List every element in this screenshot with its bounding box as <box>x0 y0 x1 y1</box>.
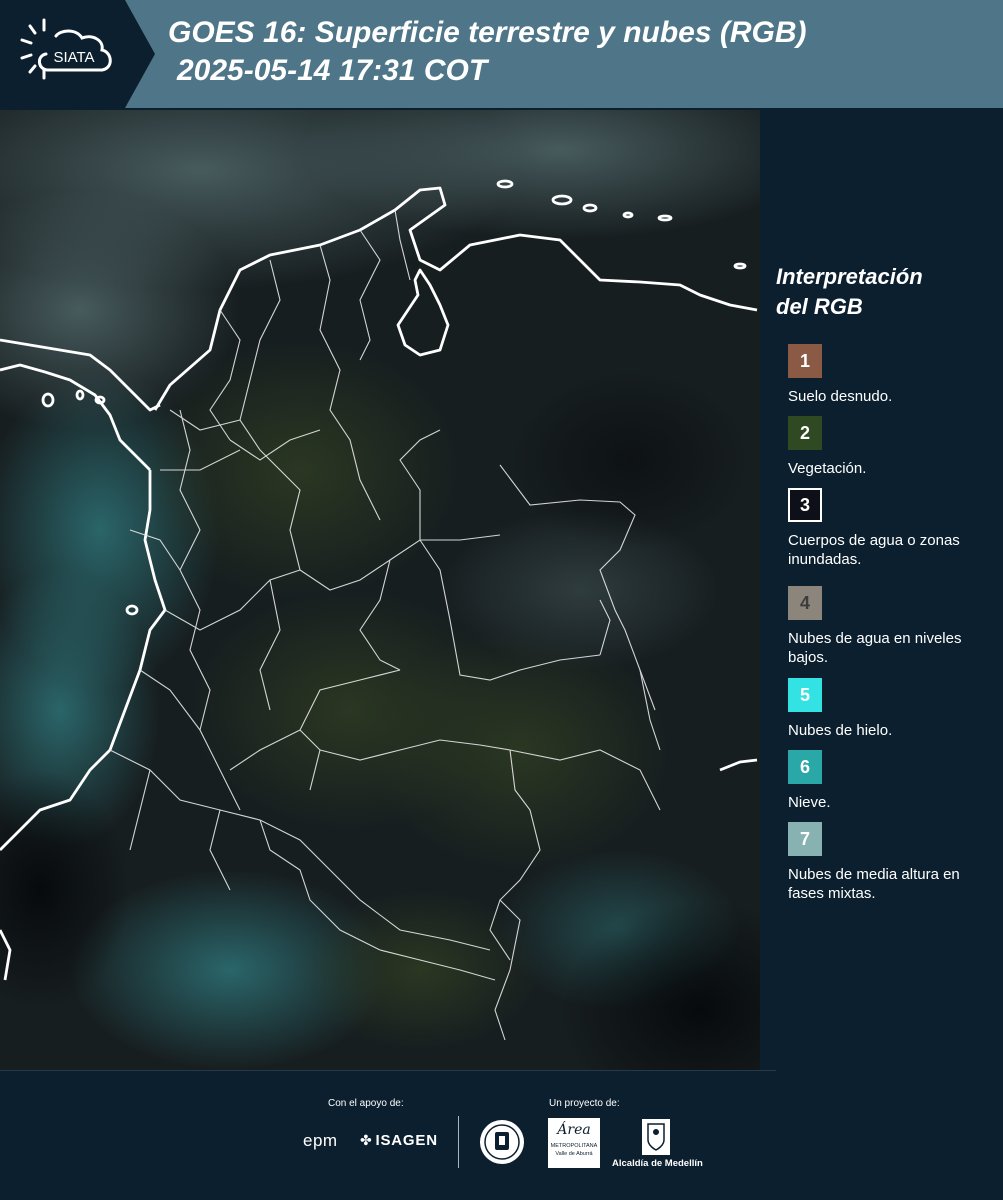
legend-item-5: 5 Nubes de hielo. <box>788 678 993 740</box>
legend-label: Vegetación. <box>788 460 867 477</box>
medellin-seal-icon[interactable] <box>478 1118 526 1166</box>
legend-swatch: 2 <box>788 416 822 450</box>
footer-separator <box>458 1116 459 1168</box>
alcaldia-medellin-logo[interactable]: Alcaldía de Medellín <box>612 1158 703 1169</box>
legend-swatch: 6 <box>788 750 822 784</box>
amva-name: Área <box>557 1122 591 1138</box>
page-title: GOES 16: Superficie terrestre y nubes (R… <box>168 14 988 90</box>
rgb-legend: Interpretación del RGB <box>776 262 996 322</box>
legend-item-3: 3 Cuerpos de agua o zonas inundadas. <box>788 488 993 569</box>
legend-swatch: 5 <box>788 678 822 712</box>
footer: Con el apoyo de: Un proyecto de: epm ✤ I… <box>0 1070 1003 1200</box>
alcaldia-shield-icon <box>642 1119 670 1155</box>
siata-logo-tab[interactable]: SIATA <box>0 0 155 108</box>
support-label: Con el apoyo de: <box>328 1098 404 1109</box>
isagen-icon: ✤ <box>360 1132 373 1148</box>
legend-swatch: 7 <box>788 822 822 856</box>
header: SIATA GOES 16: Superficie terrestre y nu… <box>0 0 1003 108</box>
isagen-text: ISAGEN <box>375 1132 438 1149</box>
legend-swatch: 4 <box>788 586 822 620</box>
legend-label: Cuerpos de agua o zonas inundadas. <box>788 532 960 568</box>
siata-logo-text: SIATA <box>53 49 94 66</box>
legend-swatch: 3 <box>788 488 822 522</box>
title-timestamp: 2025-05-14 17:31 COT <box>177 54 488 87</box>
map-canvas <box>0 110 760 1070</box>
area-metropolitana-logo[interactable]: Área METROPOLITANA Valle de Aburrá <box>548 1118 600 1168</box>
legend-title-line1: Interpretación <box>776 264 923 289</box>
legend-label: Suelo desnudo. <box>788 388 893 405</box>
legend-label: Nubes de agua en niveles bajos. <box>788 630 962 666</box>
legend-label: Nubes de hielo. <box>788 722 893 739</box>
amva-sub1: METROPOLITANA <box>550 1143 598 1149</box>
legend-title-line2: del RGB <box>776 294 863 319</box>
legend-title: Interpretación del RGB <box>776 262 996 322</box>
legend-item-7: 7 Nubes de media altura en fases mixtas. <box>788 822 993 903</box>
legend-item-1: 1 Suelo desnudo. <box>788 344 993 406</box>
legend-swatch: 1 <box>788 344 822 378</box>
legend-label: Nubes de media altura en fases mixtas. <box>788 866 960 902</box>
legend-label: Nieve. <box>788 794 831 811</box>
isagen-logo[interactable]: ✤ ISAGEN <box>360 1132 438 1149</box>
legend-item-4: 4 Nubes de agua en niveles bajos. <box>788 586 993 667</box>
legend-item-2: 2 Vegetación. <box>788 416 993 478</box>
title-line1: GOES 16: Superficie terrestre y nubes (R… <box>168 16 807 49</box>
amva-sub2: Valle de Aburrá <box>555 1151 593 1157</box>
epm-logo[interactable]: epm <box>303 1131 338 1151</box>
satellite-map[interactable] <box>0 110 760 1070</box>
project-label: Un proyecto de: <box>549 1098 620 1109</box>
legend-item-6: 6 Nieve. <box>788 750 993 812</box>
footer-divider <box>0 1070 776 1071</box>
